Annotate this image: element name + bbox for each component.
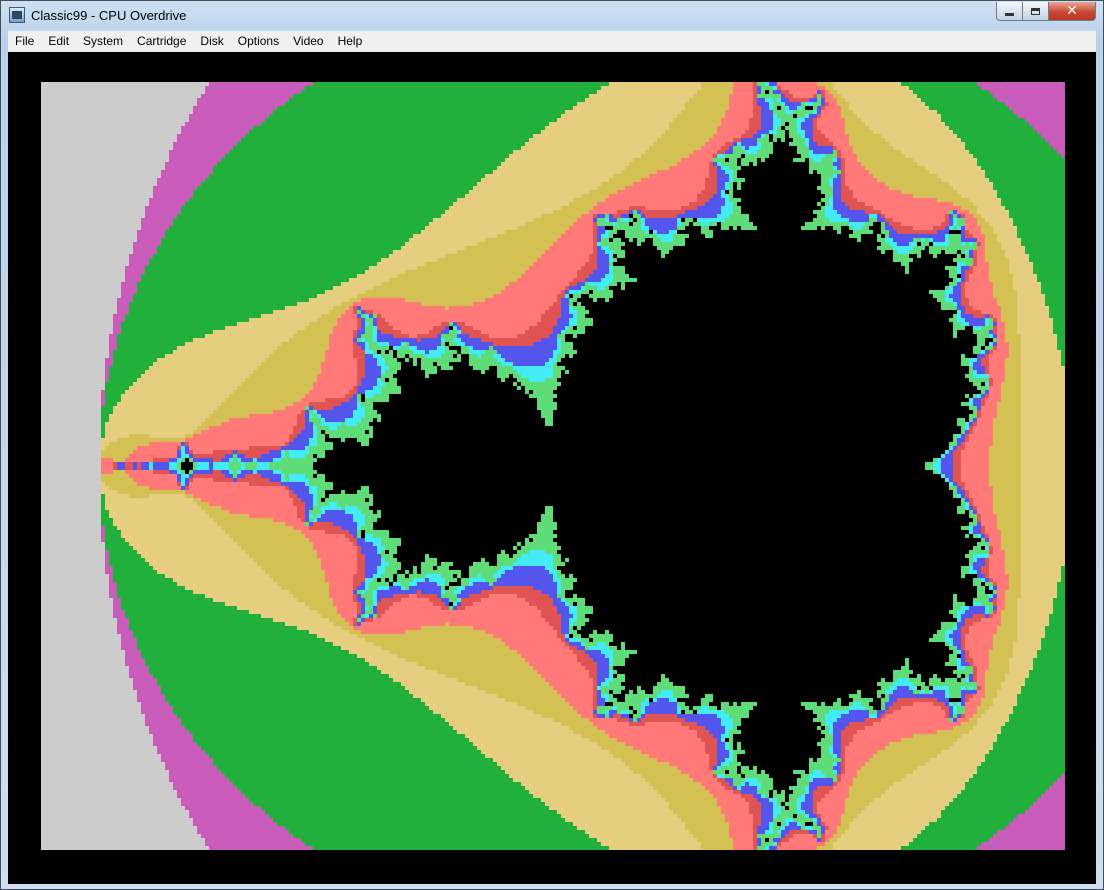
- title-bar[interactable]: Classic99 - CPU Overdrive ✕: [1, 1, 1103, 31]
- close-icon: ✕: [1066, 3, 1078, 19]
- menu-video[interactable]: Video: [286, 31, 330, 51]
- close-button[interactable]: ✕: [1049, 2, 1096, 21]
- menu-options[interactable]: Options: [231, 31, 286, 51]
- maximize-icon: [1031, 7, 1040, 15]
- menu-edit[interactable]: Edit: [41, 31, 76, 51]
- minimize-icon: [1005, 12, 1014, 16]
- menu-cartridge[interactable]: Cartridge: [130, 31, 193, 51]
- menu-system[interactable]: System: [76, 31, 130, 51]
- emulator-screen[interactable]: [8, 52, 1096, 884]
- window-title: Classic99 - CPU Overdrive: [31, 8, 187, 23]
- app-window: Classic99 - CPU Overdrive ✕ File Edit Sy…: [0, 0, 1104, 890]
- menu-help[interactable]: Help: [331, 31, 370, 51]
- menu-disk[interactable]: Disk: [193, 31, 230, 51]
- menu-file[interactable]: File: [8, 31, 41, 51]
- mandelbrot-render: [41, 82, 1065, 850]
- menu-bar: File Edit System Cartridge Disk Options …: [8, 31, 1096, 52]
- minimize-button[interactable]: [996, 2, 1023, 21]
- maximize-button[interactable]: [1023, 2, 1049, 21]
- app-icon[interactable]: [9, 7, 25, 23]
